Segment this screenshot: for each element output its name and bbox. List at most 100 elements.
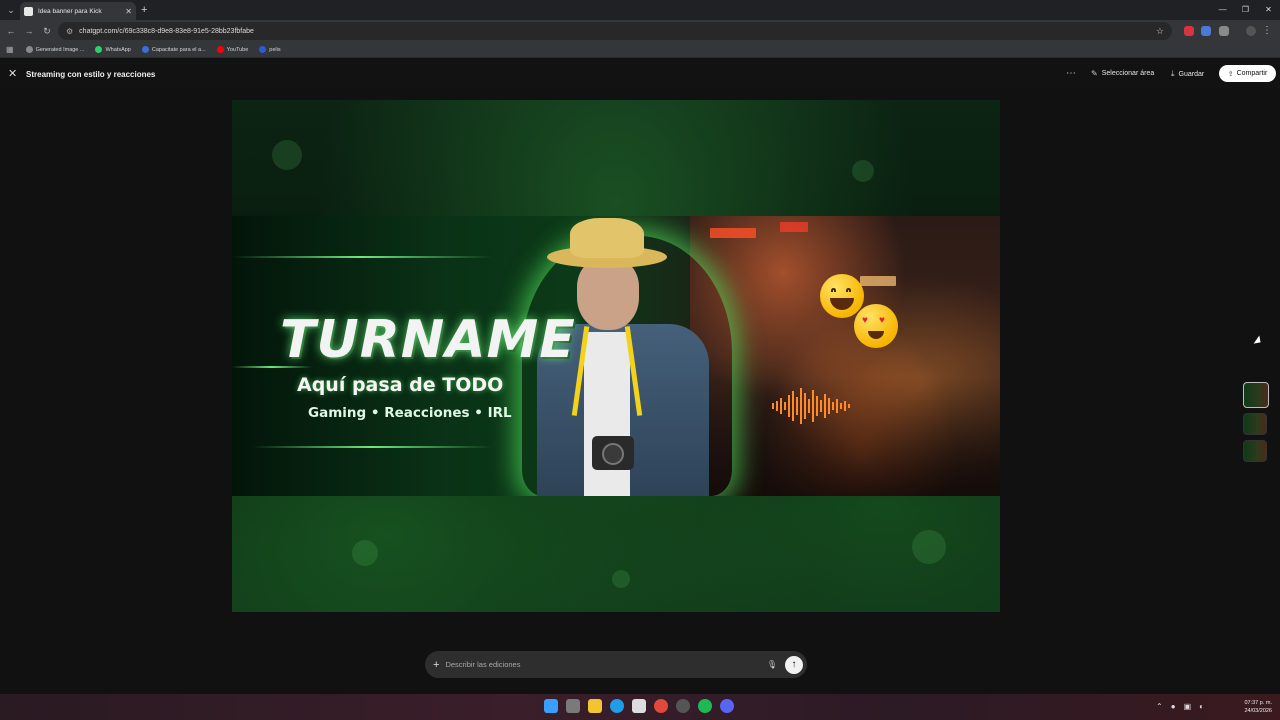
restore-icon[interactable]: ❐ [1234, 0, 1257, 20]
system-tray: ⌃ ● ▣ ◐ [1156, 702, 1204, 711]
extensions-puzzle-icon[interactable] [1219, 26, 1229, 36]
bookmark-label: Generated Image ... [35, 46, 85, 53]
save-label: Guardar [1178, 70, 1205, 78]
mic-tray-icon[interactable]: ● [1171, 702, 1176, 711]
new-tab-button[interactable]: + [141, 3, 147, 17]
bookmark-label: YouTube [226, 46, 249, 53]
audio-waveform [772, 386, 912, 426]
clock[interactable]: 07:37 p. m. 24/03/2026 [1244, 699, 1272, 715]
bookmark-label: WhatsApp [105, 46, 131, 53]
version-thumbnail-active[interactable] [1243, 382, 1269, 408]
neon-line [232, 256, 492, 258]
banner-tags: Gaming • Reacciones • IRL [308, 405, 512, 421]
translate-extension-icon[interactable] [1201, 26, 1211, 36]
profile-avatar[interactable] [1246, 26, 1256, 36]
apps-grid-icon[interactable]: ▦ [6, 45, 14, 54]
site-info-icon[interactable]: ⚙ [66, 27, 73, 36]
taskbar-apps [544, 699, 734, 713]
bookmark-item[interactable]: Capacitate para el a... [141, 46, 206, 53]
chrome-icon[interactable] [654, 699, 668, 713]
bookmark-star-icon[interactable]: ☆ [1156, 26, 1164, 37]
windows-start-icon[interactable] [544, 699, 558, 713]
neon-sign [860, 276, 896, 286]
address-bar[interactable]: ⚙ chatgpt.com/c/69c338c8-d9e8-83e8-91e5-… [58, 22, 1172, 40]
bokeh-light [852, 160, 874, 182]
neon-sign [710, 228, 756, 238]
select-area-button[interactable]: ✎ Seleccionar área [1091, 69, 1154, 78]
chatgpt-favicon-icon [24, 6, 33, 16]
bookmark-label: Capacitate para el a... [151, 46, 206, 53]
image-versions [1243, 382, 1269, 467]
banner-subtitle: Aquí pasa de TODO [297, 374, 504, 396]
share-icon: ⇪ [1227, 70, 1234, 78]
url-text: chatgpt.com/c/69c338c8-d9e8-83e8-91e5-28… [79, 27, 254, 35]
spotify-icon[interactable] [698, 699, 712, 713]
bookmark-item[interactable]: pelis [259, 46, 281, 53]
whatsapp-icon [95, 46, 103, 53]
straw-hat-crown [570, 218, 644, 258]
version-thumbnail[interactable] [1243, 440, 1267, 462]
close-window-icon[interactable]: ✕ [1257, 0, 1280, 20]
bookmark-label: pelis [269, 46, 281, 53]
minimize-icon[interactable]: — [1211, 0, 1234, 20]
tray-chevron-icon[interactable]: ⌃ [1156, 702, 1163, 711]
edit-prompt-input[interactable] [445, 660, 767, 669]
share-button[interactable]: ⇪ Compartir [1219, 65, 1276, 82]
reload-icon[interactable]: ↻ [40, 24, 54, 38]
add-attachment-icon[interactable]: + [433, 658, 439, 672]
bookmark-item[interactable]: WhatsApp [95, 46, 131, 53]
share-label: Compartir [1236, 70, 1268, 77]
select-area-label: Seleccionar área [1101, 70, 1155, 77]
tab-title: Idea banner para Kick [38, 7, 102, 15]
bookmark-favicon-icon [25, 46, 33, 53]
send-button[interactable]: ↑ [785, 655, 803, 674]
microphone-icon[interactable]: 🎙 [767, 660, 777, 669]
search-icon[interactable] [566, 699, 580, 713]
clock-time: 07:37 p. m. [1244, 700, 1272, 706]
kick-banner: ♥ ♥ TURNAME Aquí pasa de TODO Gaming • R… [232, 216, 1000, 496]
youtube-icon [216, 46, 224, 53]
camera-icon [592, 436, 634, 470]
grinning-emoji-icon [820, 274, 864, 318]
clock-date: 24/03/2026 [1244, 708, 1272, 714]
version-thumbnail[interactable] [1243, 413, 1267, 435]
edit-composer: + 🎙 ↑ [425, 651, 807, 678]
browser-tab-active[interactable]: Idea banner para Kick ✕ [20, 2, 136, 20]
bookmarks-bar: ▦ Generated Image ... WhatsApp Capacitat… [0, 42, 1280, 58]
image-editor-header: ✕ Streaming con estilo y reacciones ⋯ ✎ … [0, 61, 1280, 88]
windows-taskbar: ⌃ ● ▣ ◐ 07:37 p. m. 24/03/2026 [0, 694, 1280, 720]
edge-icon[interactable] [610, 699, 624, 713]
browser-tab-strip: ⌄ Idea banner para Kick ✕ + — ❐ ✕ [0, 0, 1280, 20]
tab-search-icon[interactable]: ⌄ [4, 3, 18, 17]
store-icon[interactable] [632, 699, 646, 713]
bokeh-light [912, 530, 946, 564]
generated-image[interactable]: ♥ ♥ TURNAME Aquí pasa de TODO Gaming • R… [232, 100, 1000, 612]
close-tab-icon[interactable]: ✕ [125, 7, 132, 16]
banner-title: TURNAME [280, 310, 576, 370]
heart-eyes-emoji-icon: ♥ ♥ [854, 304, 898, 348]
neon-line [252, 446, 492, 448]
bookmark-item[interactable]: YouTube [216, 46, 249, 53]
more-options-icon[interactable]: ⋯ [1066, 68, 1076, 79]
browser-menu-icon[interactable]: ⋮ [1262, 24, 1272, 38]
download-icon: ⤓ [1171, 69, 1175, 78]
streamer-face [577, 258, 639, 330]
browser-toolbar: ← → ↻ ⚙ chatgpt.com/c/69c338c8-d9e8-83e8… [0, 20, 1280, 42]
back-icon[interactable]: ← [4, 24, 18, 38]
forward-icon[interactable]: → [22, 24, 36, 38]
chatgpt-app-icon[interactable] [676, 699, 690, 713]
close-editor-icon[interactable]: ✕ [8, 67, 17, 81]
discord-icon[interactable] [720, 699, 734, 713]
bookmark-favicon-icon [141, 46, 149, 53]
extension-icon[interactable] [1184, 26, 1194, 36]
network-icon[interactable]: ▣ [1184, 702, 1192, 711]
file-explorer-icon[interactable] [588, 699, 602, 713]
volume-icon[interactable]: ◐ [1199, 702, 1204, 711]
save-button[interactable]: ⤓ Guardar [1171, 69, 1204, 79]
white-shirt [584, 332, 630, 496]
bokeh-light [352, 540, 378, 566]
conversation-title: Streaming con estilo y reacciones [26, 70, 156, 79]
neon-sign [780, 222, 808, 232]
bookmark-item[interactable]: Generated Image ... [25, 46, 85, 53]
bookmark-favicon-icon [259, 46, 267, 53]
